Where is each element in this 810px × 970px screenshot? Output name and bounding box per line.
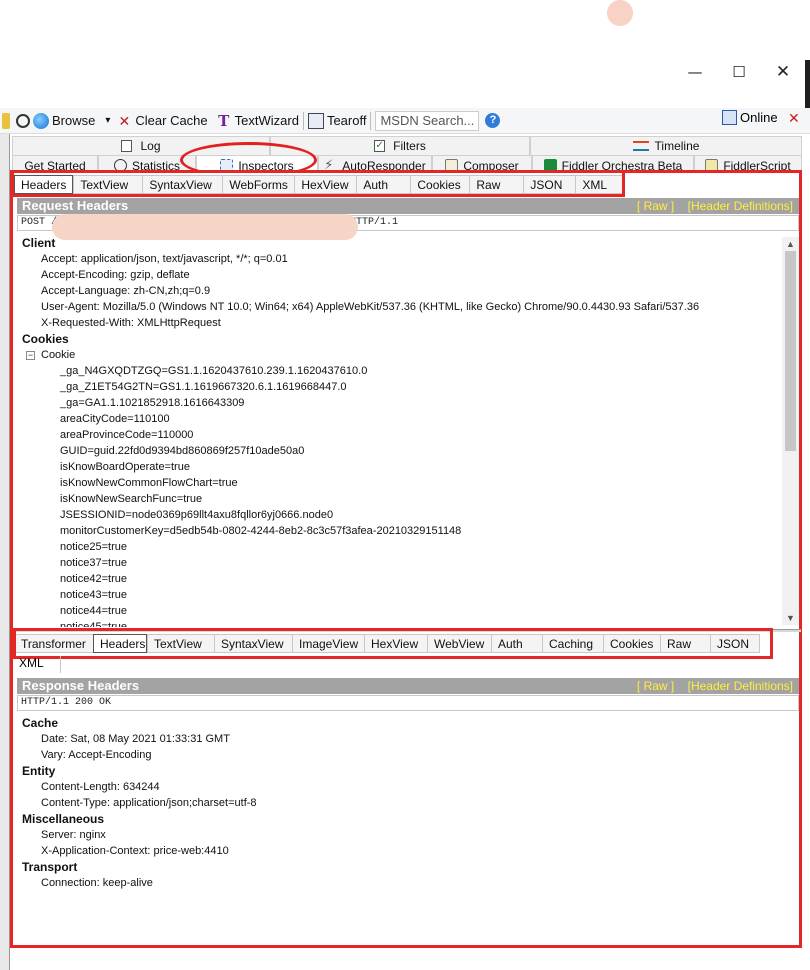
tab-timeline[interactable]: Timeline [530, 136, 802, 155]
group-miscellaneous: Miscellaneous [22, 812, 105, 826]
cookie-row[interactable]: monitorCustomerKey=d5edb54b-0802-4244-8e… [17, 523, 782, 539]
cookie-node-label: Cookie [41, 349, 76, 361]
header-row[interactable]: X-Requested-With: XMLHttpRequest [17, 315, 782, 331]
toolbar-separator [302, 111, 304, 130]
help-icon[interactable]: ? [485, 113, 501, 128]
header-row[interactable]: User-Agent: Mozilla/5.0 (Windows NT 10.0… [17, 299, 782, 315]
tab-log-label: Log [140, 139, 161, 153]
scroll-up-icon[interactable]: ▲ [782, 237, 799, 251]
header-row[interactable]: Accept-Encoding: gzip, deflate [17, 267, 782, 283]
cookie-row[interactable]: notice42=true [17, 571, 782, 587]
close-window-button[interactable]: ✕ [768, 60, 798, 84]
browse-button[interactable]: Browse ▾ [33, 110, 110, 132]
request-headers-bar: Request Headers [ Raw ] [Header Definiti… [17, 198, 799, 214]
response-headers-bar: Response Headers [ Raw ] [Header Definit… [17, 678, 799, 694]
msdn-search-input[interactable]: MSDN Search... [375, 110, 480, 131]
maximize-button[interactable]: ☐ [724, 60, 754, 84]
cookie-row[interactable]: notice44=true [17, 603, 782, 619]
toolbar: Browse ▾ ✕ Clear Cache T TextWizard Tear… [0, 108, 810, 134]
toolbar-separator [370, 111, 372, 130]
group-cookies: Cookies [22, 332, 69, 346]
textwizard-label: TextWizard [234, 113, 299, 128]
cookie-row[interactable]: notice25=true [17, 539, 782, 555]
response-status-line: HTTP/1.1 200 OK [17, 695, 799, 711]
cookie-row[interactable]: _ga_Z1ET54G2TN=GS1.1.1619667320.6.1.1619… [17, 379, 782, 395]
request-raw-link[interactable]: [ Raw ] [637, 199, 674, 213]
header-row[interactable]: Content-Length: 634244 [17, 779, 799, 795]
title-bar: — ☐ ✕ [0, 0, 810, 110]
header-row[interactable]: Vary: Accept-Encoding [17, 747, 799, 763]
online-label: Online [740, 110, 778, 125]
chevron-down-icon[interactable]: ▾ [105, 115, 110, 126]
clear-cache-label: Clear Cache [135, 113, 208, 128]
collapse-toggle-icon[interactable]: − [26, 350, 35, 360]
group-cache: Cache [22, 716, 59, 730]
tab-timeline-label: Timeline [654, 139, 700, 153]
tab-row-top: Log ✓ Filters Timeline [12, 136, 802, 155]
globe-icon [33, 112, 49, 129]
header-row[interactable]: Accept: application/json, text/javascrip… [17, 251, 782, 267]
checkbox-icon: ✓ [374, 140, 386, 152]
header-row[interactable]: Connection: keep-alive [17, 875, 799, 891]
resp-tab-xml[interactable]: XML [14, 656, 61, 673]
group-transport: Transport [22, 860, 78, 874]
header-row[interactable]: Accept-Language: zh-CN,zh;q=0.9 [17, 283, 782, 299]
header-row[interactable]: X-Application-Context: price-web:4410 [17, 843, 799, 859]
log-icon [121, 140, 133, 152]
network-icon [722, 110, 737, 125]
response-headers-title: Response Headers [22, 678, 140, 693]
request-headers-tree: Client Accept: application/json, text/ja… [17, 235, 782, 627]
clear-cache-button[interactable]: ✕ Clear Cache [116, 110, 208, 132]
cookie-row[interactable]: GUID=guid.22fd0d9394bd860869f257f10ade50… [17, 443, 782, 459]
request-scrollbar[interactable]: ▲ ▼ [782, 237, 799, 625]
cookie-row[interactable]: isKnowBoardOperate=true [17, 459, 782, 475]
profile-dot [607, 0, 633, 26]
textwizard-button[interactable]: T TextWizard [216, 110, 299, 132]
response-subtabs-highlight [13, 628, 773, 659]
header-row[interactable]: Content-Type: application/json;charset=u… [17, 795, 799, 811]
go-icon [2, 112, 10, 129]
scroll-down-icon[interactable]: ▼ [782, 611, 799, 625]
textwizard-icon: T [218, 111, 230, 130]
cookie-row[interactable]: areaProvinceCode=110000 [17, 427, 782, 443]
tearoff-icon [307, 112, 324, 129]
cookie-row[interactable]: notice43=true [17, 587, 782, 603]
window-edge [805, 60, 810, 110]
header-row[interactable]: Date: Sat, 08 May 2021 01:33:31 GMT [17, 731, 799, 747]
cookie-row[interactable]: _ga=GA1.1.1021852918.1616643309 [17, 395, 782, 411]
cookie-row[interactable]: isKnowNewCommonFlowChart=true [17, 475, 782, 491]
request-header-definitions-link[interactable]: [Header Definitions] [688, 199, 793, 213]
minimize-button[interactable]: — [680, 60, 710, 84]
cookie-row[interactable]: JSESSIONID=node0369p69llt4axu8fqllor6yj0… [17, 507, 782, 523]
header-row[interactable]: Server: nginx [17, 827, 799, 843]
group-client: Client [22, 236, 56, 250]
toolbar-go[interactable] [2, 110, 13, 132]
request-subtabs-highlight [11, 170, 625, 197]
cookie-row[interactable]: notice37=true [17, 555, 782, 571]
cookie-row[interactable]: _ga_N4GXQDTZGQ=GS1.1.1620437610.239.1.16… [17, 363, 782, 379]
cookie-row[interactable]: notice45=true [17, 619, 782, 627]
close-toolbar-icon[interactable]: ✕ [788, 110, 800, 127]
cookie-row[interactable]: isKnowNewSearchFunc=true [17, 491, 782, 507]
response-header-definitions-link[interactable]: [Header Definitions] [688, 679, 793, 693]
browse-label: Browse [52, 113, 96, 128]
tearoff-label: Tearoff [326, 113, 367, 128]
response-raw-link[interactable]: [ Raw ] [637, 679, 674, 693]
tab-filters-label: Filters [393, 139, 426, 153]
scroll-thumb[interactable] [785, 251, 796, 451]
session-list-edge [0, 134, 10, 970]
tearoff-button[interactable]: Tearoff [307, 110, 367, 132]
clear-cache-icon: ✕ [118, 112, 131, 129]
stream-button[interactable] [16, 110, 33, 132]
timeline-icon [632, 141, 649, 151]
cookie-node[interactable]: − Cookie [17, 347, 782, 363]
request-headers-title: Request Headers [22, 198, 129, 213]
response-headers-tree: Cache Date: Sat, 08 May 2021 01:33:31 GM… [17, 715, 799, 895]
group-entity: Entity [22, 764, 56, 778]
cookie-row[interactable]: areaCityCode=110100 [17, 411, 782, 427]
clock-icon [16, 113, 30, 128]
online-button[interactable]: Online [722, 110, 778, 125]
